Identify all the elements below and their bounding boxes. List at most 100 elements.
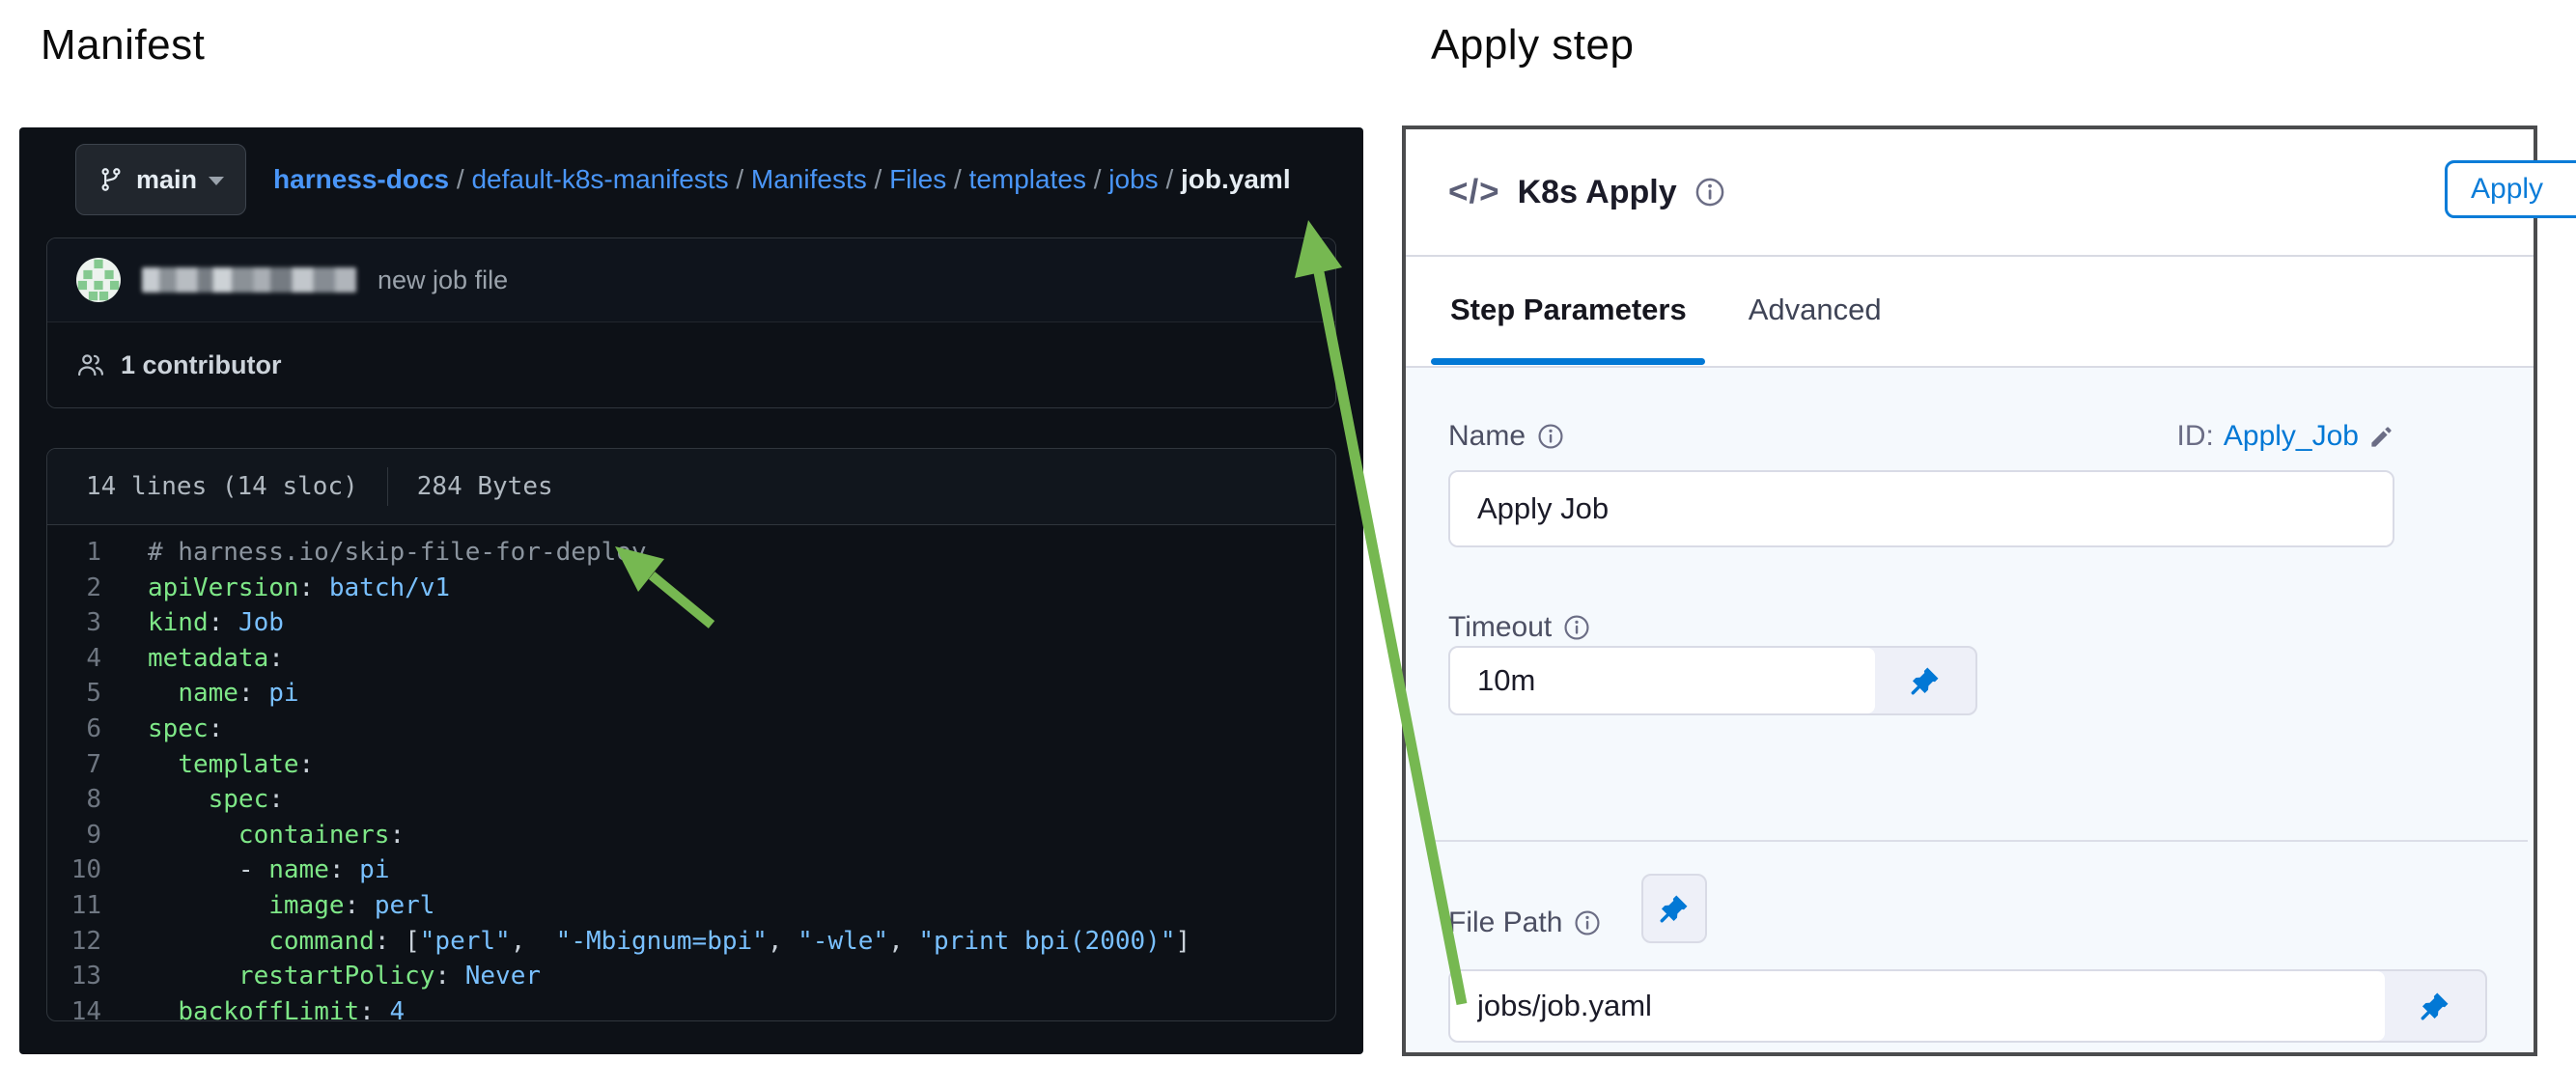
line-number[interactable]: 6 <box>47 712 101 747</box>
code-line: 7 template: <box>47 747 1335 783</box>
code-text: - name: pi <box>148 852 389 888</box>
timeout-field-label: Timeout <box>1448 611 1590 644</box>
file-path-text-input[interactable] <box>1450 989 2385 1023</box>
breadcrumb-item[interactable]: Manifests <box>751 164 867 194</box>
line-number[interactable]: 10 <box>47 852 101 888</box>
tab-step-parameters[interactable]: Step Parameters <box>1450 293 1687 327</box>
line-number[interactable]: 9 <box>47 818 101 853</box>
code-text: spec: <box>148 712 223 747</box>
file-size-stat: 284 Bytes <box>417 472 553 501</box>
breadcrumb-item[interactable]: jobs <box>1108 164 1158 194</box>
contributors-row[interactable]: 1 contributor <box>47 321 1335 407</box>
file-lines-stat: 14 lines (14 sloc) <box>86 472 358 501</box>
code-lines: 1 # harness.io/skip-file-for-deploy 2 apiVe… <box>47 525 1335 1021</box>
line-number[interactable]: 13 <box>47 959 101 994</box>
timeout-text-input[interactable] <box>1450 663 1875 698</box>
breadcrumb-separator: / <box>449 164 471 194</box>
name-field-label: Name <box>1448 420 1564 453</box>
line-number[interactable]: 7 <box>47 747 101 783</box>
code-text: containers: <box>148 818 405 853</box>
step-id-value[interactable]: Apply_Job <box>2224 420 2359 453</box>
info-icon[interactable] <box>1537 423 1564 450</box>
section-divider <box>1433 840 2528 842</box>
tab-advanced[interactable]: Advanced <box>1749 293 1882 327</box>
redacted-author-name <box>142 267 356 293</box>
github-top-bar: main harness-docs / default-k8s-manifest… <box>75 143 1340 216</box>
branch-name: main <box>136 165 197 195</box>
step-title-row: </> K8s Apply <box>1448 129 1725 255</box>
pushpin-icon <box>1909 664 1942 697</box>
line-number[interactable]: 3 <box>47 605 101 641</box>
file-path-field-label: File Path <box>1448 907 1601 939</box>
line-number[interactable]: 8 <box>47 782 101 818</box>
step-id-row: ID: Apply_Job <box>2177 420 2394 453</box>
code-line: 11 image: perl <box>47 888 1335 924</box>
code-line: 6 spec: <box>47 712 1335 747</box>
code-line: 1 # harness.io/skip-file-for-deploy <box>47 535 1335 571</box>
apply-step-title: Apply step <box>1431 21 1634 70</box>
divider <box>387 467 388 506</box>
active-tab-underline <box>1431 358 1705 365</box>
file-content-box: 14 lines (14 sloc) 284 Bytes 1 # harness.… <box>46 448 1336 1021</box>
step-parameters-content: Name ID: Apply_Job Timeo <box>1406 366 2534 1052</box>
code-line: 4 metadata: <box>47 641 1335 677</box>
code-line: 10 - name: pi <box>47 852 1335 888</box>
breadcrumb-item[interactable]: harness-docs <box>273 164 449 194</box>
file-stats-bar: 14 lines (14 sloc) 284 Bytes <box>47 449 1335 525</box>
line-number[interactable]: 14 <box>47 994 101 1021</box>
pushpin-icon <box>1658 892 1691 925</box>
timeout-runtime-input-pin[interactable] <box>1875 648 1975 713</box>
info-icon[interactable] <box>1694 177 1725 208</box>
breadcrumb-item[interactable]: Files <box>889 164 946 194</box>
breadcrumb-item[interactable]: default-k8s-manifests <box>471 164 728 194</box>
edit-pencil-icon[interactable] <box>2368 424 2394 450</box>
code-line: 3 kind: Job <box>47 605 1335 641</box>
code-line: 8 spec: <box>47 782 1335 818</box>
code-text: apiVersion: batch/v1 <box>148 571 450 606</box>
line-number[interactable]: 11 <box>47 888 101 924</box>
breadcrumb-item[interactable]: templates <box>969 164 1086 194</box>
file-path-input-field <box>1450 971 2385 1041</box>
timeout-input-field <box>1450 648 1875 713</box>
breadcrumb-separator: / <box>729 164 751 194</box>
github-file-panel: main harness-docs / default-k8s-manifest… <box>19 127 1363 1054</box>
code-text: # harness.io/skip-file-for-deploy <box>148 535 647 571</box>
line-number[interactable]: 2 <box>47 571 101 606</box>
code-line: 5 name: pi <box>47 676 1335 712</box>
code-text: metadata: <box>148 641 284 677</box>
code-line: 9 containers: <box>47 818 1335 853</box>
name-text-input[interactable] <box>1450 491 2393 526</box>
apply-changes-button[interactable]: Apply <box>2445 160 2576 218</box>
name-input-field <box>1450 472 2393 545</box>
line-number[interactable]: 12 <box>47 924 101 960</box>
file-path-runtime-input-pin[interactable] <box>2385 971 2485 1041</box>
avatar[interactable] <box>76 258 121 302</box>
chevron-down-icon <box>209 177 224 185</box>
name-label-text: Name <box>1448 420 1526 453</box>
pushpin-icon <box>2419 990 2451 1022</box>
file-path-runtime-input-pin-button[interactable] <box>1641 874 1707 943</box>
code-text: restartPolicy: Never <box>148 959 541 994</box>
info-icon[interactable] <box>1574 909 1601 936</box>
people-icon <box>76 350 105 379</box>
code-text: backoffLimit: 4 <box>148 994 405 1021</box>
code-line: 2 apiVersion: batch/v1 <box>47 571 1335 606</box>
commit-row: new job file <box>47 238 1335 321</box>
branch-selector[interactable]: main <box>75 144 246 215</box>
line-number[interactable]: 4 <box>47 641 101 677</box>
contributors-label: 1 contributor <box>121 350 282 380</box>
k8s-apply-step-card: </> K8s Apply Step Parameters Advanced Na… <box>1402 126 2537 1056</box>
info-icon[interactable] <box>1563 614 1590 641</box>
code-line: 14 backoffLimit: 4 <box>47 994 1335 1021</box>
code-line: 13 restartPolicy: Never <box>47 959 1335 994</box>
code-step-icon: </> <box>1448 173 1500 211</box>
line-number[interactable]: 1 <box>47 535 101 571</box>
code-text: kind: Job <box>148 605 284 641</box>
timeout-label-text: Timeout <box>1448 611 1552 644</box>
line-number[interactable]: 5 <box>47 676 101 712</box>
latest-commit-box: new job file 1 contributor <box>46 237 1336 408</box>
name-input <box>1448 470 2394 547</box>
breadcrumb: harness-docs / default-k8s-manifests / M… <box>273 164 1291 195</box>
commit-message[interactable]: new job file <box>378 265 508 295</box>
code-text: name: pi <box>148 676 299 712</box>
